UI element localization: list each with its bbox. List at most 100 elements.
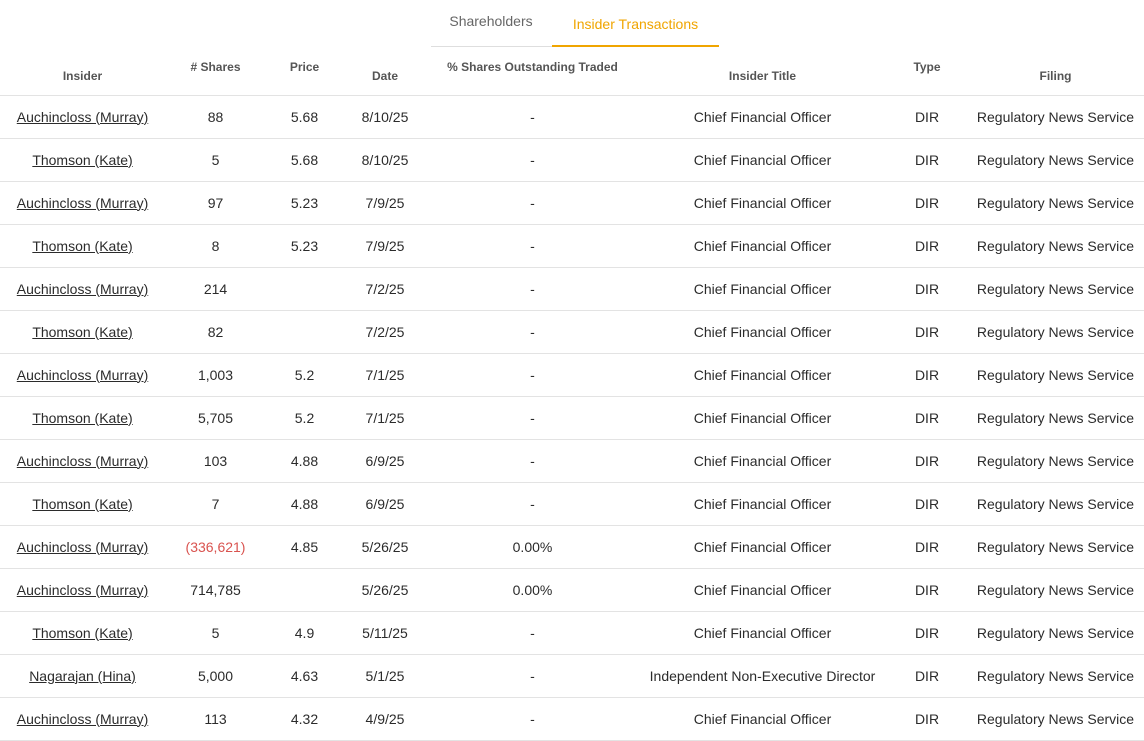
insider-link[interactable]: Auchincloss (Murray) xyxy=(17,281,148,297)
cell-date: 7/2/25 xyxy=(343,310,427,354)
cell-date: 7/1/25 xyxy=(343,396,427,440)
cell-date: 7/9/25 xyxy=(343,181,427,225)
header-type[interactable]: Type xyxy=(887,47,967,96)
cell-insider-title: Chief Financial Officer xyxy=(638,525,887,569)
cell-shares: 214 xyxy=(165,267,266,311)
insider-link[interactable]: Thomson (Kate) xyxy=(32,152,132,168)
tab-insider-transactions-label: Insider Transactions xyxy=(572,16,699,32)
cell-filing: Regulatory News Service xyxy=(967,525,1144,569)
table-row: Thomson (Kate) 5 4.9 5/11/25- Chief Financia… xyxy=(0,611,1144,655)
cell-date: 8/10/25 xyxy=(343,95,427,139)
cell-price: 5.23 xyxy=(266,181,343,225)
cell-type: DIR xyxy=(887,654,967,698)
tab-shareholders[interactable]: Shareholders xyxy=(431,0,551,46)
insider-transactions-table: Insider # Shares Price Date % Shares Out… xyxy=(0,47,1144,741)
cell-filing: Regulatory News Service xyxy=(967,568,1144,612)
cell-shares: 1,003 xyxy=(165,353,266,397)
cell-filing: Regulatory News Service xyxy=(967,396,1144,440)
cell-filing: Regulatory News Service xyxy=(967,224,1144,268)
cell-price: 5.23 xyxy=(266,224,343,268)
table-row: Thomson (Kate) 8 5.23 7/9/25- Chief Financia… xyxy=(0,224,1144,268)
cell-insider-title: Chief Financial Officer xyxy=(638,138,887,182)
cell-insider-title: Chief Financial Officer xyxy=(638,181,887,225)
header-shares[interactable]: # Shares xyxy=(165,47,266,96)
cell-insider: Auchincloss (Murray) xyxy=(0,181,165,225)
cell-shares: (336,621) xyxy=(165,525,266,569)
insider-link[interactable]: Auchincloss (Murray) xyxy=(17,367,148,383)
cell-insider-title: Chief Financial Officer xyxy=(638,439,887,483)
cell-date: 5/26/25 xyxy=(343,525,427,569)
cell-pct-outstanding: - xyxy=(427,396,638,440)
cell-date: 6/9/25 xyxy=(343,439,427,483)
cell-insider: Auchincloss (Murray) xyxy=(0,95,165,139)
table-row: Nagarajan (Hina) 5,000 4.63 5/1/25- Independ… xyxy=(0,654,1144,698)
insider-link[interactable]: Thomson (Kate) xyxy=(32,324,132,340)
cell-insider-title: Chief Financial Officer xyxy=(638,396,887,440)
cell-type: DIR xyxy=(887,611,967,655)
cell-insider: Auchincloss (Murray) xyxy=(0,439,165,483)
cell-pct-outstanding: - xyxy=(427,181,638,225)
cell-type: DIR xyxy=(887,181,967,225)
cell-pct-outstanding: - xyxy=(427,138,638,182)
cell-insider: Auchincloss (Murray) xyxy=(0,697,165,741)
cell-insider: Thomson (Kate) xyxy=(0,482,165,526)
cell-pct-outstanding: - xyxy=(427,697,638,741)
cell-filing: Regulatory News Service xyxy=(967,181,1144,225)
table-row: Thomson (Kate) 5 5.68 8/10/25- Chief Financi… xyxy=(0,138,1144,182)
cell-insider-title: Chief Financial Officer xyxy=(638,95,887,139)
cell-type: DIR xyxy=(887,95,967,139)
table-row: Auchincloss (Murray) 1,003 5.2 7/1/25- Chief… xyxy=(0,353,1144,397)
cell-price xyxy=(266,310,343,354)
cell-insider: Thomson (Kate) xyxy=(0,138,165,182)
insider-link[interactable]: Thomson (Kate) xyxy=(32,496,132,512)
header-insider-title[interactable]: Insider Title xyxy=(638,47,887,96)
cell-insider-title: Chief Financial Officer xyxy=(638,568,887,612)
cell-insider: Auchincloss (Murray) xyxy=(0,267,165,311)
insider-link[interactable]: Auchincloss (Murray) xyxy=(17,582,148,598)
cell-insider-title: Chief Financial Officer xyxy=(638,697,887,741)
cell-pct-outstanding: - xyxy=(427,310,638,354)
cell-type: DIR xyxy=(887,697,967,741)
cell-shares: 88 xyxy=(165,95,266,139)
cell-insider-title: Chief Financial Officer xyxy=(638,353,887,397)
cell-filing: Regulatory News Service xyxy=(967,482,1144,526)
insider-link[interactable]: Auchincloss (Murray) xyxy=(17,109,148,125)
cell-filing: Regulatory News Service xyxy=(967,310,1144,354)
cell-insider-title: Independent Non-Executive Director xyxy=(638,654,887,698)
header-filing[interactable]: Filing xyxy=(967,47,1144,96)
cell-date: 5/1/25 xyxy=(343,654,427,698)
cell-type: DIR xyxy=(887,138,967,182)
cell-date: 7/1/25 xyxy=(343,353,427,397)
cell-shares: 5 xyxy=(165,611,266,655)
table-row: Auchincloss (Murray) 214 7/2/25- Chief Fina… xyxy=(0,267,1144,311)
header-insider[interactable]: Insider xyxy=(0,47,165,96)
cell-date: 7/2/25 xyxy=(343,267,427,311)
table-row: Auchincloss (Murray) 113 4.32 4/9/25- Chief … xyxy=(0,697,1144,741)
header-price[interactable]: Price xyxy=(266,47,343,96)
cell-filing: Regulatory News Service xyxy=(967,697,1144,741)
insider-link[interactable]: Auchincloss (Murray) xyxy=(17,711,148,727)
tab-insider-transactions[interactable]: Insider Transactions xyxy=(552,0,719,46)
insider-link[interactable]: Nagarajan (Hina) xyxy=(29,668,136,684)
insider-link[interactable]: Thomson (Kate) xyxy=(32,410,132,426)
insider-link[interactable]: Auchincloss (Murray) xyxy=(17,539,148,555)
cell-insider: Auchincloss (Murray) xyxy=(0,525,165,569)
cell-shares: 8 xyxy=(165,224,266,268)
table-header-row: Insider # Shares Price Date % Shares Out… xyxy=(0,47,1144,96)
cell-pct-outstanding: 0.00% xyxy=(427,568,638,612)
cell-shares: 82 xyxy=(165,310,266,354)
insider-link[interactable]: Auchincloss (Murray) xyxy=(17,195,148,211)
cell-shares: 113 xyxy=(165,697,266,741)
cell-pct-outstanding: - xyxy=(427,611,638,655)
cell-insider-title: Chief Financial Officer xyxy=(638,310,887,354)
cell-price: 4.88 xyxy=(266,482,343,526)
cell-type: DIR xyxy=(887,396,967,440)
insider-link[interactable]: Auchincloss (Murray) xyxy=(17,453,148,469)
cell-insider: Auchincloss (Murray) xyxy=(0,568,165,612)
cell-price: 4.32 xyxy=(266,697,343,741)
cell-shares: 103 xyxy=(165,439,266,483)
header-pct-outstanding[interactable]: % Shares Outstanding Traded xyxy=(427,47,638,96)
insider-link[interactable]: Thomson (Kate) xyxy=(32,625,132,641)
insider-link[interactable]: Thomson (Kate) xyxy=(32,238,132,254)
header-date[interactable]: Date xyxy=(343,47,427,96)
